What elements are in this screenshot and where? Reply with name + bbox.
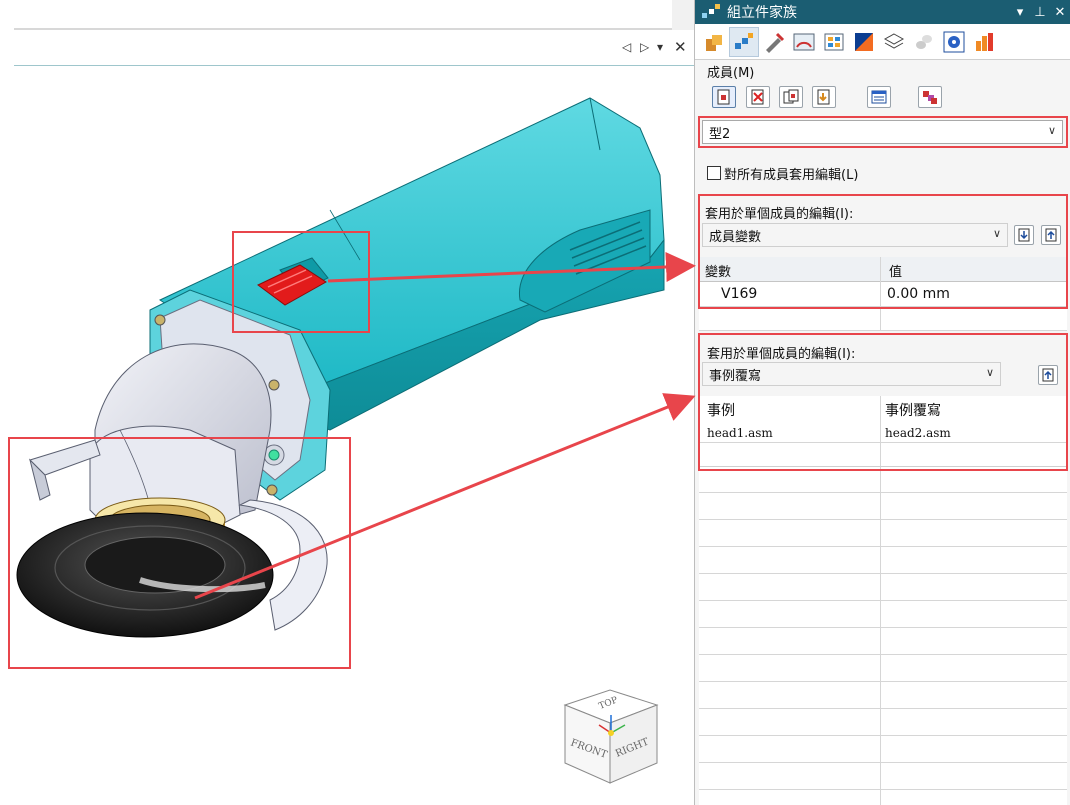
section1-select[interactable]: 成員變數 ∨ xyxy=(702,223,1008,247)
grid-icon[interactable] xyxy=(819,27,849,57)
grinding-disc xyxy=(16,512,274,638)
section1-import-button[interactable] xyxy=(1014,225,1034,245)
table-view-button[interactable] xyxy=(867,86,891,108)
member-select[interactable]: 型2 ∨ xyxy=(702,120,1063,144)
cylinders-icon[interactable] xyxy=(909,27,939,57)
member-editor: 成員(M) 型2 ∨ 對所有成員套用編輯(L) 套用於單個成員的編輯(I): 成… xyxy=(695,60,1070,805)
delete-member-icon xyxy=(751,89,764,105)
panel-tool-tabs xyxy=(695,24,1070,60)
chevron-down-icon: ∨ xyxy=(985,366,994,379)
variable-name-cell[interactable]: V169 xyxy=(721,286,757,302)
apply-all-label: 對所有成員套用編輯(L) xyxy=(724,168,859,183)
gear-icon[interactable] xyxy=(939,27,969,57)
export-up-icon xyxy=(1045,228,1057,242)
tools-icon[interactable] xyxy=(759,27,789,57)
panel-close-icon[interactable]: ✕ xyxy=(1050,5,1070,20)
section2-label: 套用於單個成員的編輯(I): xyxy=(707,347,856,362)
table-header-row xyxy=(699,257,1067,282)
panel-title: 組立件家族 xyxy=(727,5,797,21)
section2-select-value: 事例覆寫 xyxy=(709,368,762,384)
member-select-value: 型2 xyxy=(709,126,731,142)
part-family-icon[interactable] xyxy=(699,27,729,57)
update-members-button[interactable] xyxy=(918,86,942,108)
angle-grinder-model[interactable]: TOP FRONT RIGHT xyxy=(0,0,694,805)
pin-icon[interactable]: ⊥ xyxy=(1030,5,1050,20)
members-label: 成員(M) xyxy=(707,66,755,81)
column-header-value: 值 xyxy=(889,265,903,280)
panel-titlebar: 組立件家族 ▾ ⊥ ✕ xyxy=(695,0,1070,24)
layers-icon[interactable] xyxy=(879,27,909,57)
section2-export-button[interactable] xyxy=(1038,365,1058,385)
section1-select-value: 成員變數 xyxy=(709,229,762,245)
copy-member-button[interactable] xyxy=(779,86,803,108)
variable-value-cell[interactable]: 0.00 mm xyxy=(887,286,950,302)
chevron-down-icon: ∨ xyxy=(992,227,1001,240)
update-members-icon xyxy=(923,91,937,104)
assembly-family-icon xyxy=(701,3,721,21)
section2-select[interactable]: 事例覆寫 ∨ xyxy=(702,362,1001,386)
assembly-family-panel: 組立件家族 ▾ ⊥ ✕ 成員(M) 型2 ∨ 對所有成員套用編輯(L) 套用於單… xyxy=(694,0,1070,805)
import-down-icon xyxy=(1018,228,1030,242)
occurrence-cell[interactable]: head1.asm xyxy=(707,426,773,440)
table-icon xyxy=(871,90,887,104)
color-icon[interactable] xyxy=(849,27,879,57)
apply-all-checkbox[interactable] xyxy=(707,166,721,180)
section1-label: 套用於單個成員的編輯(I): xyxy=(705,207,854,222)
delete-member-button[interactable] xyxy=(746,86,770,108)
gauge-icon[interactable] xyxy=(789,27,819,57)
override-cell[interactable]: head2.asm xyxy=(885,426,951,440)
add-member-button[interactable] xyxy=(712,86,736,108)
view-cube[interactable]: TOP FRONT RIGHT xyxy=(563,689,659,784)
export-up-icon xyxy=(1042,368,1054,382)
panel-menu-icon[interactable]: ▾ xyxy=(1010,5,1030,20)
column-header-occurrence: 事例 xyxy=(707,403,735,419)
assembly-family-tab-icon[interactable] xyxy=(729,26,759,57)
occurrence-table: 事例 事例覆寫 head1.asm head2.asm xyxy=(699,396,1067,805)
bar-chart-icon[interactable] xyxy=(969,27,999,57)
column-header-override: 事例覆寫 xyxy=(885,403,941,419)
variable-table: 變數 值 V169 0.00 mm xyxy=(699,257,1067,331)
section1-export-button[interactable] xyxy=(1041,225,1061,245)
graphics-viewport[interactable]: ◁ ▷ ▾ ✕ TOP FRONT RIGHT xyxy=(0,0,694,805)
column-header-variable: 變數 xyxy=(705,265,732,280)
copy-member-icon xyxy=(783,89,799,104)
import-member-icon xyxy=(817,89,830,105)
import-member-button[interactable] xyxy=(812,86,836,108)
add-member-icon xyxy=(717,89,730,105)
chevron-down-icon: ∨ xyxy=(1047,124,1056,137)
